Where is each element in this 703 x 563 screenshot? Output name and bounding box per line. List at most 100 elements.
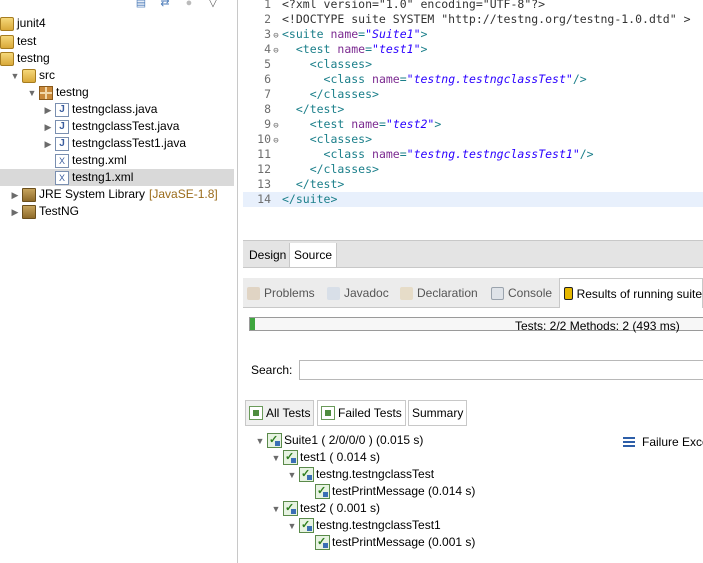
focus-icon[interactable]: ●	[182, 0, 196, 10]
code-line[interactable]: 14 </suite>	[243, 192, 703, 207]
code-line[interactable]: 2 <!DOCTYPE suite SYSTEM "http://testng.o…	[243, 12, 703, 27]
code-line[interactable]: 3 ⊖ <suite name="Suite1">	[243, 27, 703, 42]
library-version: [JavaSE-1.8]	[149, 187, 218, 201]
tab-javadoc[interactable]: Javadoc	[327, 278, 389, 308]
tree-class-testngclasstest1[interactable]: ▼ testng.testngclassTest1	[287, 517, 441, 534]
tree-item-test[interactable]: test	[0, 33, 36, 50]
code-line[interactable]: 6 <class name="testng.testngclassTest"/>	[243, 72, 703, 87]
expanded-triangle-icon[interactable]: ▼	[255, 436, 265, 446]
code-line[interactable]: 12 </classes>	[243, 162, 703, 177]
collapsed-triangle-icon[interactable]: ▶	[43, 122, 53, 132]
expanded-triangle-icon[interactable]: ▼	[271, 453, 281, 463]
code-line[interactable]: 11 <class name="testng.testngclassTest1"…	[243, 147, 703, 162]
tree-class-testngclasstest[interactable]: ▼ testng.testngclassTest	[287, 466, 435, 483]
tree-test2[interactable]: ▼ test2 ( 0.001 s)	[271, 500, 381, 517]
xml-editor[interactable]: 1 <?xml version="1.0" encoding="UTF-8"?> 2…	[243, 0, 703, 207]
line-number: 3	[264, 27, 271, 41]
passed-test-icon	[299, 517, 314, 534]
tree-item-testngclasstest-java[interactable]: ▶ J testngclassTest.java	[43, 118, 179, 135]
expanded-triangle-icon[interactable]: ▼	[287, 470, 297, 480]
code-token-tag-open: <suite	[282, 27, 331, 41]
code-token-tag-open: <test	[282, 117, 352, 131]
tree-suite1[interactable]: ▼ Suite1 ( 2/0/0/0 ) (0.015 s)	[255, 432, 424, 449]
code-line[interactable]: 4 ⊖ <test name="test1">	[243, 42, 703, 57]
editor-mode-tabs: Design Source	[243, 240, 703, 268]
tree-item-testng-xml[interactable]: X testng.xml	[55, 152, 127, 169]
tree-item-label: testng	[56, 85, 89, 99]
tree-method-testprintmessage-2[interactable]: testPrintMessage (0.001 s)	[315, 534, 475, 551]
tab-all-tests[interactable]: All Tests	[245, 400, 315, 426]
tree-item-testng-package[interactable]: ▼ testng	[27, 84, 89, 101]
tab-declaration[interactable]: Declaration	[400, 278, 478, 308]
tab-source[interactable]: Source	[289, 243, 338, 268]
code-token-attr: name	[351, 117, 379, 131]
tree-item-src[interactable]: ▼ src	[10, 67, 55, 84]
code-line[interactable]: 1 <?xml version="1.0" encoding="UTF-8"?>	[243, 0, 703, 12]
tab-design[interactable]: Design	[245, 243, 290, 268]
code-line[interactable]: 10 ⊖ <classes>	[243, 132, 703, 147]
testng-icon	[564, 287, 573, 300]
collapsed-triangle-icon[interactable]: ▶	[10, 207, 20, 217]
library-icon	[22, 204, 36, 219]
code-token-val: "testng.testngclassTest"	[406, 72, 573, 86]
tab-label: Failed Tests	[338, 406, 402, 420]
code-line[interactable]: 13 </test>	[243, 177, 703, 192]
tab-results-of-running-suite[interactable]: Results of running suite	[559, 278, 703, 308]
tree-item-testng-library[interactable]: ▶ TestNG	[10, 203, 79, 220]
tree-item-label: junit4	[17, 16, 46, 30]
source-folder-icon	[22, 68, 36, 83]
tree-test1[interactable]: ▼ test1 ( 0.014 s)	[271, 449, 381, 466]
tree-item-label: testngclassTest.java	[72, 119, 180, 133]
java-file-icon: J	[55, 102, 69, 117]
expanded-triangle-icon[interactable]: ▼	[287, 521, 297, 531]
tab-console[interactable]: Console	[491, 278, 552, 308]
search-input[interactable]	[299, 360, 703, 380]
tree-item-testng1-xml[interactable]: X testng1.xml	[0, 169, 234, 186]
tab-failed-tests[interactable]: Failed Tests	[317, 400, 406, 426]
collapsed-triangle-icon[interactable]: ▶	[43, 105, 53, 115]
code-line[interactable]: 8 </test>	[243, 102, 703, 117]
tree-method-testprintmessage-1[interactable]: testPrintMessage (0.014 s)	[315, 483, 475, 500]
collapsed-triangle-icon[interactable]: ▶	[43, 139, 53, 149]
line-number: 1	[264, 0, 271, 11]
line-number: 2	[264, 12, 271, 26]
expanded-triangle-icon[interactable]: ▼	[10, 71, 20, 81]
tree-item-testngclass-java[interactable]: ▶ J testngclass.java	[43, 101, 157, 118]
code-token-val: "test2"	[385, 117, 435, 131]
collapse-all-icon[interactable]: ▤	[134, 0, 148, 10]
view-menu-icon[interactable]: ▽	[206, 0, 220, 10]
tree-item-junit4[interactable]: junit4	[0, 15, 46, 32]
code-line[interactable]: 7 </classes>	[243, 87, 703, 102]
code-token: <classes>	[282, 57, 373, 71]
line-number: 13	[257, 177, 271, 191]
project-icon	[0, 51, 14, 66]
tab-summary[interactable]: Summary	[408, 400, 468, 426]
code-text: <suite name="Suite1">	[282, 27, 427, 42]
code-text: <test name="test2">	[282, 117, 442, 132]
tree-item-testngclasstest1-java[interactable]: ▶ J testngclassTest1.java	[43, 135, 186, 152]
code-text: </classes>	[282, 162, 379, 177]
expanded-triangle-icon[interactable]: ▼	[27, 88, 37, 98]
line-number: 9	[264, 117, 271, 131]
link-with-editor-icon[interactable]: ⇄	[158, 0, 172, 10]
code-token-eq: =	[378, 117, 386, 131]
tab-label: Problems	[264, 286, 315, 300]
line-number: 7	[264, 87, 271, 101]
tab-label: Javadoc	[344, 286, 389, 300]
code-text: </test>	[282, 177, 344, 192]
code-token: <classes>	[282, 132, 373, 146]
tree-item-label: testng1.xml	[72, 170, 134, 184]
code-token: </test>	[282, 102, 345, 116]
line-number: 6	[264, 72, 271, 86]
project-icon	[0, 16, 14, 31]
tree-item-jre-system-library[interactable]: ▶ JRE System Library [JavaSE-1.8]	[10, 186, 218, 203]
code-line[interactable]: 9 ⊖ <test name="test2">	[243, 117, 703, 132]
tree-item-testng-project[interactable]: testng	[0, 50, 50, 67]
code-text: <classes>	[282, 57, 372, 72]
line-number: 4	[264, 42, 271, 56]
code-line[interactable]: 5 <classes>	[243, 57, 703, 72]
collapsed-triangle-icon[interactable]: ▶	[10, 190, 20, 200]
expanded-triangle-icon[interactable]: ▼	[271, 504, 281, 514]
tab-problems[interactable]: Problems	[247, 278, 315, 308]
code-token-eq: =	[399, 72, 407, 86]
